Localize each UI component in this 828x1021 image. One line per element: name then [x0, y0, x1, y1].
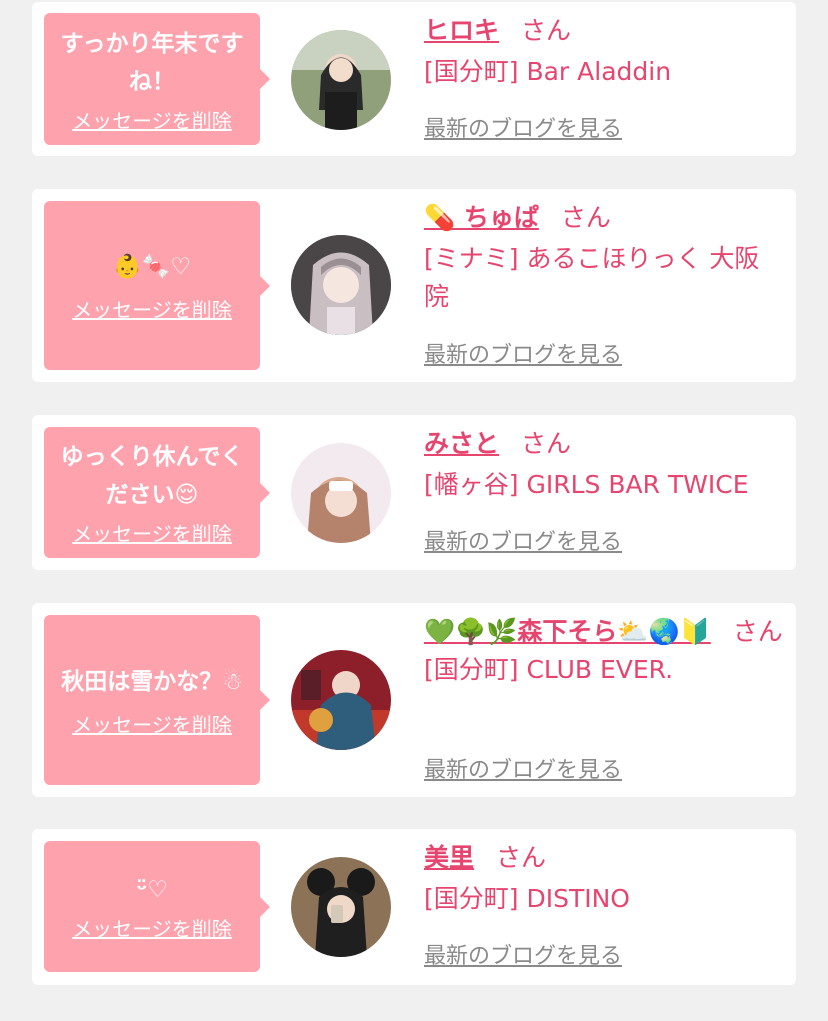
message-card: 秋田は雪かな？☃ メッセージを削除 💚🌳🌿森下そら⛅🌏🔰 さん [国分町] CLU…: [32, 603, 796, 797]
delete-message-link[interactable]: メッセージを削除: [72, 518, 232, 547]
info-block: みさと さん [幡ヶ谷] GIRLS BAR TWICE 最新のブログを見る: [424, 427, 786, 555]
shop-name: [国分町] Bar Aladdin: [424, 57, 672, 86]
latest-blog-link[interactable]: 最新のブログを見る: [424, 524, 622, 556]
name-line: 💊 ちゅぱ さん: [424, 201, 786, 235]
latest-blog-link[interactable]: 最新のブログを見る: [424, 111, 622, 143]
delete-message-link[interactable]: メッセージを削除: [72, 709, 232, 738]
latest-blog-link[interactable]: 最新のブログを見る: [424, 337, 622, 369]
user-name-link[interactable]: 💊 ちゅぱ: [424, 203, 539, 232]
latest-blog-link[interactable]: 最新のブログを見る: [424, 938, 622, 970]
shop-name: [国分町] CLUB EVER.: [424, 655, 674, 684]
avatar[interactable]: [291, 650, 391, 750]
message-text: 👶🍬♡: [113, 254, 191, 280]
message-text: ᵕ̈♡: [136, 877, 168, 903]
name-line: みさと さん: [424, 427, 786, 461]
name-line: ヒロキ さん: [424, 14, 786, 48]
latest-blog-link[interactable]: 最新のブログを見る: [424, 752, 622, 784]
message-card: 👶🍬♡ メッセージを削除 💊 ちゅぱ さん [ミナミ] あるこほりっく 大阪 院 …: [32, 189, 796, 382]
info-block: ヒロキ さん [国分町] Bar Aladdin 最新のブログを見る: [424, 14, 786, 142]
shop-name: [幡ヶ谷] GIRLS BAR TWICE: [424, 470, 749, 499]
message-text: 秋田は雪かな？☃: [61, 668, 243, 695]
user-name-link[interactable]: ヒロキ: [424, 16, 499, 45]
info-block: 美里 さん [国分町] DISTINO 最新のブログを見る: [424, 841, 786, 969]
message-text: ゆっくり休んでく ださい😌: [60, 444, 244, 508]
message-bubble: 👶🍬♡ メッセージを削除: [44, 201, 270, 370]
message-card: ゆっくり休んでく ださい😌 メッセージを削除 みさと さん [幡ヶ谷] GIRLS…: [32, 415, 796, 570]
avatar[interactable]: [291, 30, 391, 130]
delete-message-link[interactable]: メッセージを削除: [72, 105, 232, 134]
honorific: さん: [560, 203, 611, 232]
avatar[interactable]: [291, 443, 391, 543]
delete-message-link[interactable]: メッセージを削除: [72, 913, 232, 942]
shop-name: [ミナミ] あるこほりっく 大阪 院: [424, 244, 760, 311]
avatar[interactable]: [291, 857, 391, 957]
shop-name: [国分町] DISTINO: [424, 884, 630, 913]
user-name-link[interactable]: 美里: [424, 843, 474, 872]
message-bubble: ᵕ̈♡ メッセージを削除: [44, 841, 270, 972]
user-name-link[interactable]: 💚🌳🌿森下そら⛅🌏🔰: [424, 617, 711, 646]
message-bubble: 秋田は雪かな？☃ メッセージを削除: [44, 615, 270, 785]
avatar[interactable]: [291, 235, 391, 335]
name-line: 美里 さん: [424, 841, 786, 875]
message-bubble: すっかり年末です ね！ メッセージを削除: [44, 13, 270, 145]
message-text: すっかり年末です ね！: [60, 30, 244, 95]
info-block: 💊 ちゅぱ さん [ミナミ] あるこほりっく 大阪 院 最新のブログを見る: [424, 201, 786, 368]
message-card: すっかり年末です ね！ メッセージを削除 ヒロキ さん [国分町] Bar Ala…: [32, 2, 796, 156]
honorific: さん: [521, 429, 572, 458]
message-bubble: ゆっくり休んでく ださい😌 メッセージを削除: [44, 427, 270, 558]
user-name-link[interactable]: みさと: [424, 429, 499, 458]
honorific: さん: [496, 843, 547, 872]
delete-message-link[interactable]: メッセージを削除: [72, 294, 232, 323]
honorific: さん: [732, 617, 783, 646]
message-card: ᵕ̈♡ メッセージを削除 美里 さん [国分町] DISTINO 最新のブログを見…: [32, 829, 796, 985]
name-line: 💚🌳🌿森下そら⛅🌏🔰 さん: [424, 615, 786, 649]
honorific: さん: [521, 16, 572, 45]
info-block: 💚🌳🌿森下そら⛅🌏🔰 さん [国分町] CLUB EVER. 最新のブログを見る: [424, 615, 786, 783]
